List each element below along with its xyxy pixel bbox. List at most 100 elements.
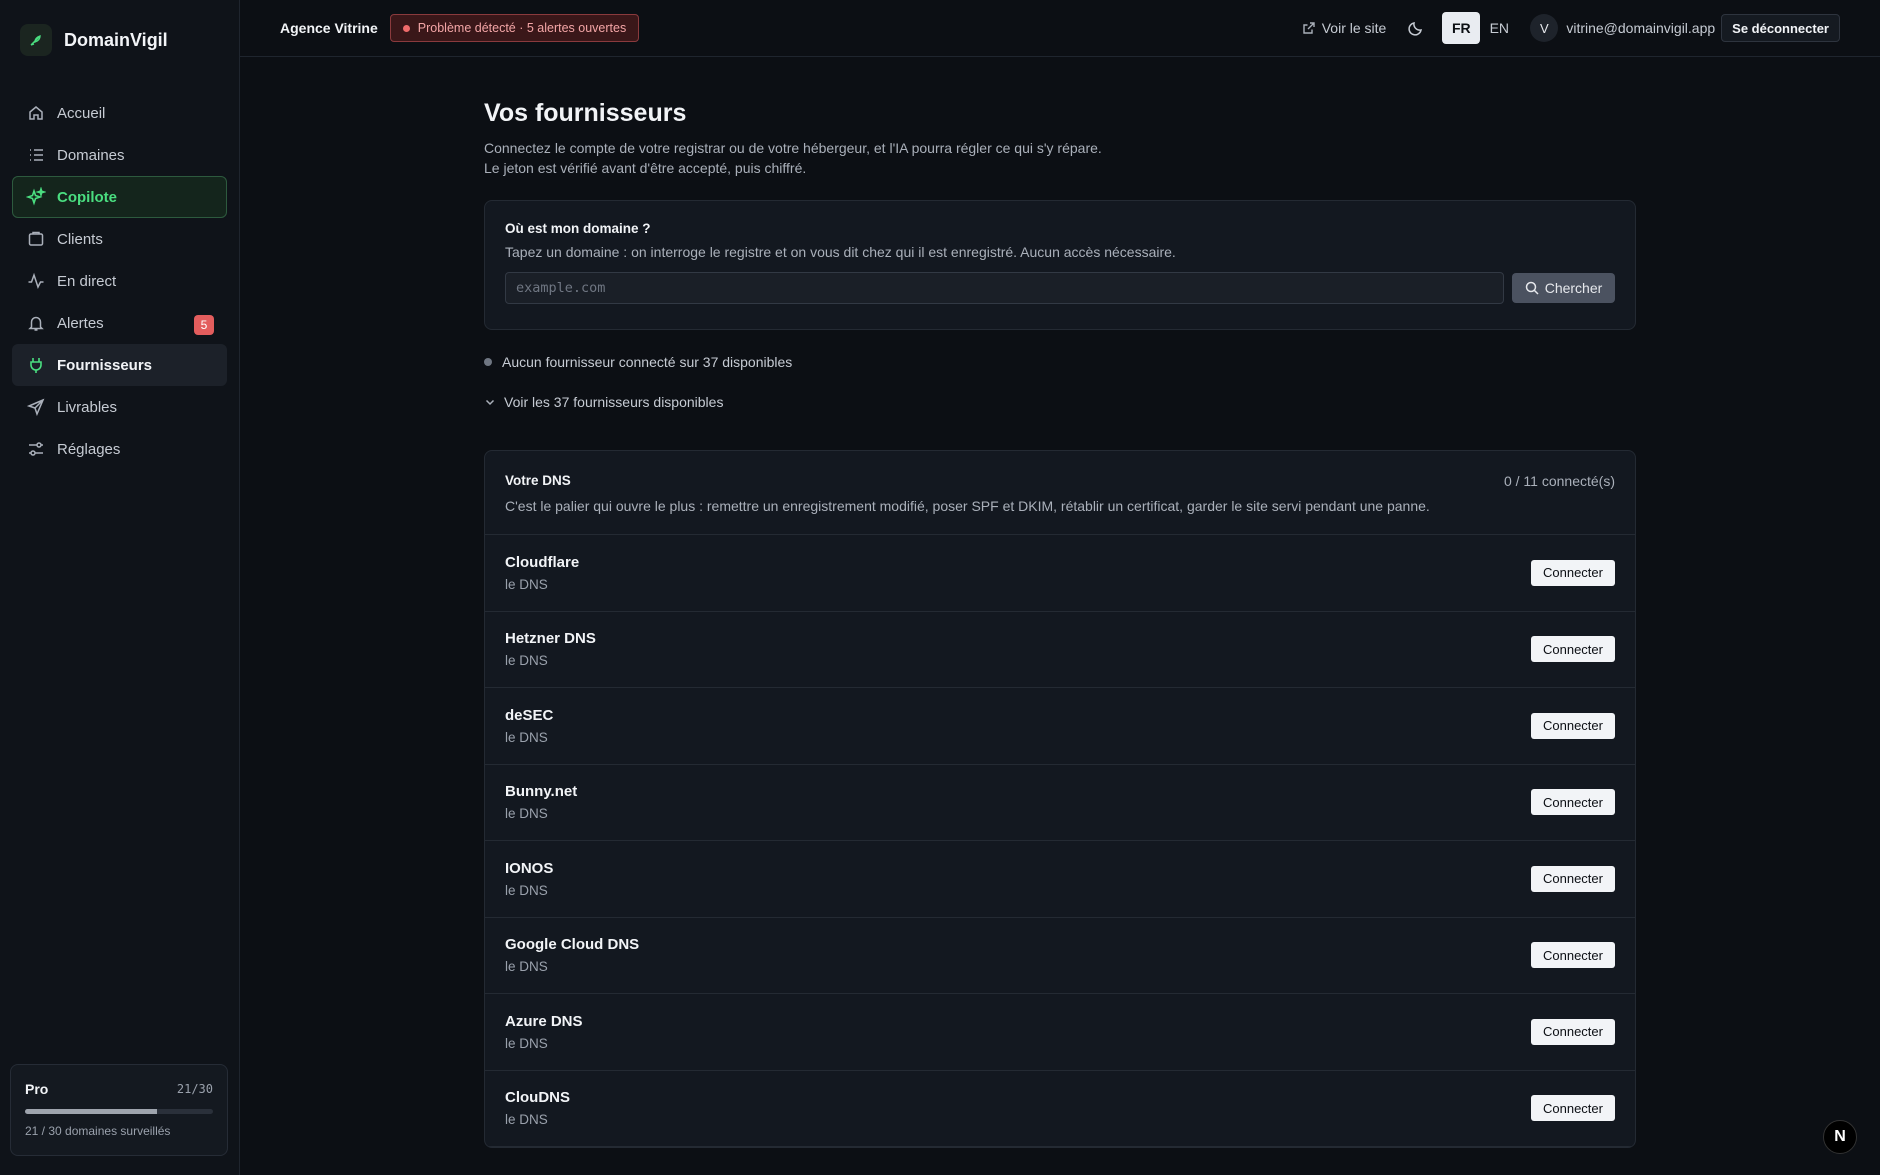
page-subtitle-line: Le jeton est vérifié avant d'être accept… — [484, 160, 807, 176]
provider-type: le DNS — [505, 1035, 548, 1051]
page-subtitle: Connectez le compte de votre registrar o… — [484, 138, 1636, 178]
main-content: Vos fournisseurs Connectez le compte de … — [484, 57, 1636, 1148]
brand-name: DomainVigil — [64, 29, 168, 50]
provider-info: ClouDNS le DNS — [505, 1089, 570, 1127]
sidebar-item-label: Domaines — [57, 146, 125, 164]
provider-info: Hetzner DNS le DNS — [505, 630, 596, 668]
provider-name: deSEC — [505, 706, 554, 724]
sidebar-item-fournisseurs[interactable]: Fournisseurs — [12, 344, 227, 386]
provider-type: le DNS — [505, 1112, 548, 1128]
send-icon — [25, 396, 47, 418]
sidebar-item-label: Accueil — [57, 104, 106, 122]
lang-en-button[interactable]: EN — [1480, 12, 1518, 44]
dns-connected-count: 0 / 11 connecté(s) — [1503, 473, 1615, 489]
list-icon — [25, 144, 47, 166]
connect-button[interactable]: Connecter — [1531, 865, 1615, 892]
sidebar-item-clients[interactable]: Clients — [12, 218, 227, 260]
search-button[interactable]: Chercher — [1512, 273, 1615, 303]
provider-row: ClouDNS le DNS Connecter — [485, 1071, 1635, 1147]
connection-status-text: Aucun fournisseur connecté sur 37 dispon… — [502, 354, 793, 370]
page-title: Vos fournisseurs — [484, 99, 687, 127]
sidebar-item-en-direct[interactable]: En direct — [12, 260, 227, 302]
connect-button[interactable]: Connecter — [1531, 1095, 1615, 1122]
plan-name: Pro — [25, 1081, 49, 1097]
sidebar-item-alertes[interactable]: Alertes 5 — [12, 302, 227, 344]
sidebar-item-accueil[interactable]: Accueil — [12, 92, 227, 134]
folder-icon — [25, 228, 47, 250]
home-icon — [25, 102, 47, 124]
provider-row: IONOS le DNS Connecter — [485, 841, 1635, 918]
sidebar-item-domaines[interactable]: Domaines — [12, 134, 227, 176]
provider-info: Cloudflare le DNS — [505, 554, 579, 592]
provider-row: Bunny.net le DNS Connecter — [485, 765, 1635, 841]
connection-status: Aucun fournisseur connecté sur 37 dispon… — [484, 354, 1636, 370]
sparkles-icon — [25, 186, 47, 208]
dns-providers-card: Votre DNS 0 / 11 connecté(s) C'est le pa… — [484, 450, 1636, 1148]
provider-info: Google Cloud DNS le DNS — [505, 936, 639, 974]
sidebar: DomainVigil Accueil Domaines Copilote Cl… — [0, 0, 240, 1175]
provider-row: Hetzner DNS le DNS Connecter — [485, 612, 1635, 688]
sliders-icon — [25, 438, 47, 460]
provider-name: Google Cloud DNS — [505, 936, 640, 954]
user-email: vitrine@domainvigil.app — [1566, 20, 1716, 36]
activity-icon — [25, 270, 47, 292]
domain-lookup-card: Où est mon domaine ? Tapez un domaine : … — [484, 200, 1636, 330]
topbar-actions: Voir le site FR EN V vitrine@domainvigil… — [1302, 0, 1840, 56]
sidebar-item-copilote[interactable]: Copilote — [12, 176, 227, 218]
visit-site-link[interactable]: Voir le site — [1302, 20, 1387, 36]
sidebar-item-label: Livrables — [57, 398, 118, 416]
sidebar-item-label: Clients — [57, 230, 103, 248]
plan-caption: 21 / 30 domaines surveillés — [25, 1124, 171, 1138]
connect-button[interactable]: Connecter — [1531, 1018, 1615, 1045]
sidebar-item-label: Fournisseurs — [57, 356, 153, 374]
plan-progress-bar — [25, 1109, 213, 1114]
alert-count-badge: 5 — [194, 315, 214, 335]
provider-name: Azure DNS — [505, 1012, 583, 1030]
sidebar-item-reglages[interactable]: Réglages — [12, 428, 227, 470]
page-subtitle-line: Connectez le compte de votre registrar o… — [484, 140, 1102, 156]
sidebar-item-livrables[interactable]: Livrables — [12, 386, 227, 428]
chevron-down-icon — [484, 396, 496, 408]
brand[interactable]: DomainVigil — [0, 0, 239, 80]
provider-info: Azure DNS le DNS — [505, 1013, 583, 1051]
provider-type: le DNS — [505, 882, 548, 898]
nextjs-dev-badge[interactable]: N — [1823, 1120, 1857, 1154]
connect-button[interactable]: Connecter — [1531, 942, 1615, 969]
provider-list: Cloudflare le DNS Connecter Hetzner DNS le D… — [485, 535, 1635, 1147]
provider-info: Bunny.net le DNS — [505, 783, 577, 821]
user-menu[interactable]: V vitrine@domainvigil.app — [1530, 14, 1715, 42]
plug-icon — [25, 354, 47, 376]
provider-type: le DNS — [505, 729, 548, 745]
plan-card[interactable]: Pro 21/30 21 / 30 domaines surveillés — [10, 1064, 228, 1156]
provider-row: Cloudflare le DNS Connecter — [485, 535, 1635, 612]
provider-name: Cloudflare — [505, 553, 580, 571]
provider-name: Bunny.net — [505, 783, 578, 801]
provider-type: le DNS — [505, 653, 548, 669]
provider-type: le DNS — [505, 959, 548, 975]
domain-search-input[interactable] — [505, 272, 1504, 304]
connect-button[interactable]: Connecter — [1531, 559, 1615, 586]
lang-fr-button[interactable]: FR — [1442, 12, 1481, 44]
lookup-title: Où est mon domaine ? — [505, 221, 651, 236]
dns-section-description: C'est le palier qui ouvre le plus : reme… — [505, 498, 1430, 514]
show-all-providers-toggle[interactable]: Voir les 37 fournisseurs disponibles — [484, 394, 1636, 410]
lookup-description: Tapez un domaine : on interroge le regis… — [505, 244, 1176, 260]
sidebar-item-label: Alertes — [57, 314, 104, 332]
status-dot-icon — [484, 358, 492, 366]
search-icon — [1525, 281, 1539, 295]
org-name[interactable]: Agence Vitrine — [280, 20, 378, 36]
connect-button[interactable]: Connecter — [1531, 789, 1615, 816]
provider-name: IONOS — [505, 859, 554, 877]
dns-section-title: Votre DNS — [505, 473, 571, 488]
language-switcher: FR EN — [1442, 12, 1518, 44]
visit-site-label: Voir le site — [1321, 20, 1387, 36]
provider-info: deSEC le DNS — [505, 707, 553, 745]
provider-name: ClouDNS — [505, 1089, 570, 1107]
alert-status-pill[interactable]: Problème détecté · 5 alertes ouvertes — [389, 14, 640, 42]
theme-toggle-moon-icon[interactable] — [1408, 20, 1424, 36]
bell-icon — [25, 312, 47, 334]
provider-row: Google Cloud DNS le DNS Connecter — [485, 918, 1635, 994]
connect-button[interactable]: Connecter — [1531, 712, 1615, 739]
logout-button[interactable]: Se déconnecter — [1721, 14, 1840, 42]
connect-button[interactable]: Connecter — [1531, 636, 1615, 663]
